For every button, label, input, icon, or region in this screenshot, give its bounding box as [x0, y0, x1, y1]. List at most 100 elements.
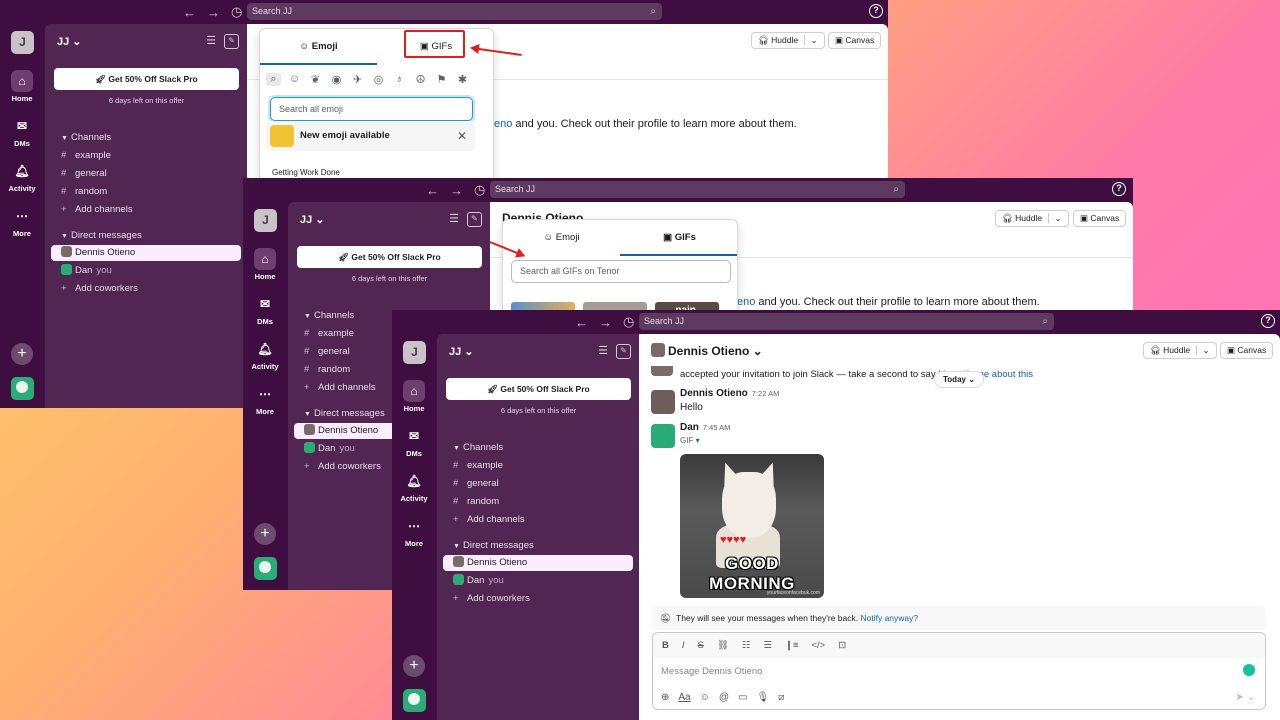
bulb-icon[interactable]: ♁	[392, 73, 407, 86]
channel-random[interactable]: # random	[443, 494, 633, 510]
dm-header[interactable]: ▼ Direct messages	[61, 230, 142, 241]
search-icon[interactable]: ⌕	[266, 73, 281, 86]
add-channels[interactable]: + Add channels	[443, 512, 633, 528]
dm-dennis-otieno[interactable]: Dennis Otieno	[51, 245, 241, 261]
filter-icon[interactable]: ☰	[206, 34, 216, 49]
channels-header[interactable]: ▼ Channels	[453, 442, 503, 453]
promo-button[interactable]: 🚀︎ Get 50% Off Slack Pro	[54, 68, 239, 90]
bold-icon[interactable]: B	[662, 640, 669, 651]
mention-icon[interactable]: @	[719, 692, 729, 703]
user-avatar[interactable]	[11, 377, 34, 400]
channel-random[interactable]: # random	[51, 184, 241, 200]
plus-icon[interactable]: ⊕	[661, 692, 669, 703]
workspace-switcher[interactable]: J	[11, 31, 34, 54]
rail-dms[interactable]: ✉ DMs	[0, 115, 44, 148]
rail-more[interactable]: ⋯ More	[392, 515, 436, 548]
gif-label[interactable]: GIF ▾	[680, 436, 700, 445]
channel-title[interactable]: Dennis Otieno ⌄	[651, 343, 763, 358]
rail-activity[interactable]: 🔔︎ Activity	[0, 160, 44, 193]
emoji-icon[interactable]: ☺	[700, 692, 710, 703]
smile-icon[interactable]: ☺	[287, 73, 302, 86]
slack-icon[interactable]: ✱	[455, 73, 470, 86]
workspace-name[interactable]: JJ ⌄	[300, 213, 325, 226]
rail-home[interactable]: ⌂ Home	[0, 70, 44, 103]
slash-icon[interactable]: ⧄	[778, 692, 784, 703]
blockquote-icon[interactable]: ❙≡	[785, 640, 799, 651]
message-input[interactable]: Message Dennis Otieno	[661, 666, 762, 677]
add-coworkers[interactable]: + Add coworkers	[51, 281, 241, 297]
history-clock-icon[interactable]: ◷	[474, 182, 485, 198]
help-icon[interactable]: ?	[1112, 182, 1126, 196]
user-avatar[interactable]	[403, 689, 426, 712]
forward-arrow-icon[interactable]: →	[450, 183, 463, 198]
tab-gifs[interactable]: ▣ GIFs	[620, 220, 737, 256]
gif-image[interactable]: ♥♥♥♥ GOOD MORNING yourfaceonfacebuk.com	[680, 454, 824, 598]
back-arrow-icon[interactable]: ←	[426, 183, 439, 198]
huddle-button[interactable]: 🎧︎ Huddle ⌄	[995, 210, 1069, 227]
add-icon[interactable]: +	[403, 655, 425, 677]
code-icon[interactable]: </>	[812, 640, 826, 651]
compose-icon[interactable]: ✎	[224, 34, 239, 49]
add-icon[interactable]: +	[11, 343, 33, 365]
avatar[interactable]	[651, 390, 675, 414]
dm-header[interactable]: ▼ Direct messages	[453, 540, 534, 551]
workspace-switcher[interactable]: J	[403, 341, 426, 364]
history-clock-icon[interactable]: ◷	[231, 4, 242, 20]
promo-button[interactable]: 🚀︎ Get 50% Off Slack Pro	[446, 378, 631, 400]
workspace-name[interactable]: JJ ⌄	[449, 345, 474, 358]
italic-icon[interactable]: I	[682, 640, 685, 651]
add-channels[interactable]: + Add channels	[51, 202, 241, 218]
ordered-list-icon[interactable]: ☷	[742, 640, 751, 651]
ball-icon[interactable]: ◎	[371, 73, 386, 86]
rail-activity[interactable]: 🔔︎ Activity	[243, 338, 287, 371]
bullet-list-icon[interactable]: ☰	[763, 640, 772, 651]
compose-icon[interactable]: ✎	[467, 212, 482, 227]
dm-dan[interactable]: Dan you	[51, 263, 241, 279]
canvas-button[interactable]: ▣ Canvas	[828, 32, 882, 49]
channel-general[interactable]: # general	[443, 476, 633, 492]
channel-general[interactable]: # general	[51, 166, 241, 182]
back-arrow-icon[interactable]: ←	[183, 5, 196, 20]
microphone-icon[interactable]: 🎙︎	[756, 692, 769, 703]
rail-home[interactable]: ⌂ Home	[392, 380, 436, 413]
history-clock-icon[interactable]: ◷	[623, 314, 634, 330]
filter-icon[interactable]: ☰	[598, 344, 608, 359]
workspace-name[interactable]: JJ ⌄	[57, 35, 82, 48]
promo-button[interactable]: 🚀︎ Get 50% Off Slack Pro	[297, 246, 482, 268]
rail-more[interactable]: ⋯ More	[243, 383, 287, 416]
canvas-button[interactable]: ▣ Canvas	[1220, 342, 1274, 359]
help-icon[interactable]: ?	[869, 4, 883, 18]
emoji-search-input[interactable]: Search all emoji	[270, 97, 473, 121]
channels-header[interactable]: ▼ Channels	[304, 310, 354, 321]
strikethrough-icon[interactable]: S	[698, 640, 704, 651]
user-avatar[interactable]	[254, 557, 277, 580]
plane-icon[interactable]: ✈	[350, 73, 365, 86]
date-divider[interactable]: Today ⌄	[934, 371, 984, 388]
huddle-button[interactable]: 🎧︎ Huddle ⌄	[751, 32, 825, 49]
help-icon[interactable]: ?	[1261, 314, 1275, 328]
grammarly-icon[interactable]	[1243, 664, 1255, 676]
forward-arrow-icon[interactable]: →	[207, 5, 220, 20]
huddle-button[interactable]: 🎧︎ Huddle ⌄	[1143, 342, 1217, 359]
add-coworkers[interactable]: + Add coworkers	[443, 591, 633, 607]
dm-header[interactable]: ▼ Direct messages	[304, 408, 385, 419]
link-icon[interactable]: ⛓	[717, 640, 729, 651]
search-input[interactable]: Search JJ ⌕	[247, 3, 662, 20]
compose-icon[interactable]: ✎	[616, 344, 631, 359]
canvas-button[interactable]: ▣ Canvas	[1073, 210, 1127, 227]
workspace-switcher[interactable]: J	[254, 209, 277, 232]
peace-icon[interactable]: ☮	[413, 73, 428, 86]
close-icon[interactable]: ✕	[457, 121, 467, 151]
gif-search-input[interactable]: Search all GIFs on Tenor	[511, 260, 731, 283]
rail-activity[interactable]: 🔔︎ Activity	[392, 470, 436, 503]
dm-dennis-otieno[interactable]: Dennis Otieno	[443, 555, 633, 571]
flag-icon[interactable]: ⚑	[434, 73, 449, 86]
video-icon[interactable]: ▭	[738, 692, 747, 703]
search-input[interactable]: Search JJ ⌕	[639, 313, 1054, 330]
rail-home[interactable]: ⌂ Home	[243, 248, 287, 281]
food-icon[interactable]: ◉	[329, 73, 344, 86]
rail-more[interactable]: ⋯ More	[0, 205, 44, 238]
forward-arrow-icon[interactable]: →	[599, 315, 612, 330]
channel-example[interactable]: # example	[51, 148, 241, 164]
search-input[interactable]: Search JJ ⌕	[490, 181, 905, 198]
